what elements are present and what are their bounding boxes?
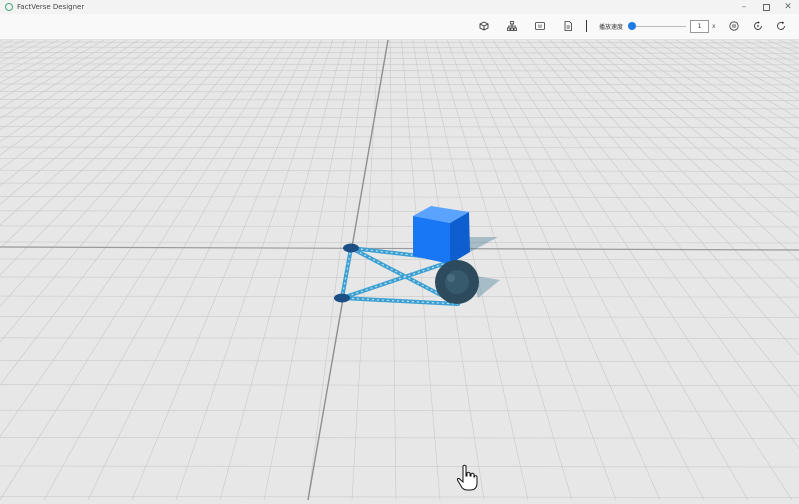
blue-box[interactable] (413, 206, 470, 264)
left-joint[interactable] (343, 243, 359, 253)
scene-viewport[interactable] (0, 39, 799, 501)
hand-cursor-icon (456, 464, 478, 491)
cube-icon (479, 21, 489, 31)
app-logo-icon (5, 3, 13, 11)
svg-text:W: W (538, 24, 542, 29)
bottom-joint[interactable] (334, 293, 350, 303)
speed-unit: x (712, 23, 716, 30)
minimize-icon: – (741, 2, 747, 12)
speed-slider-thumb[interactable] (628, 22, 636, 30)
scene-canvas[interactable] (0, 39, 799, 501)
toolbar: W 播放速度 1 x (0, 14, 799, 40)
speed-slider-track[interactable] (632, 26, 686, 27)
code-box-icon: W (535, 22, 545, 30)
document-button[interactable] (562, 20, 574, 32)
close-icon: ✕ (784, 2, 792, 12)
title-bar: FactVerse Designer – ✕ (0, 0, 799, 14)
refresh-icon (777, 21, 785, 30)
cube-button[interactable] (478, 20, 490, 32)
refresh-button[interactable] (775, 20, 787, 32)
code-box-button[interactable]: W (534, 20, 546, 32)
window-controls: – ✕ (733, 0, 799, 14)
hierarchy-icon (507, 21, 517, 31)
document-icon (564, 21, 572, 31)
speed-label: 播放速度 (599, 24, 624, 31)
minimize-button[interactable]: – (733, 0, 755, 14)
replay-button[interactable] (752, 20, 764, 32)
maximize-icon (762, 3, 770, 11)
app-title: FactVerse Designer (17, 3, 85, 11)
close-button[interactable]: ✕ (777, 0, 799, 14)
pause-button[interactable] (728, 20, 740, 32)
hierarchy-button[interactable] (506, 20, 518, 32)
replay-icon (754, 21, 762, 30)
toolbar-separator (586, 20, 587, 32)
wheel[interactable] (435, 260, 479, 304)
pause-icon (729, 21, 739, 31)
speed-input[interactable]: 1 (690, 20, 709, 33)
maximize-button[interactable] (755, 0, 777, 14)
